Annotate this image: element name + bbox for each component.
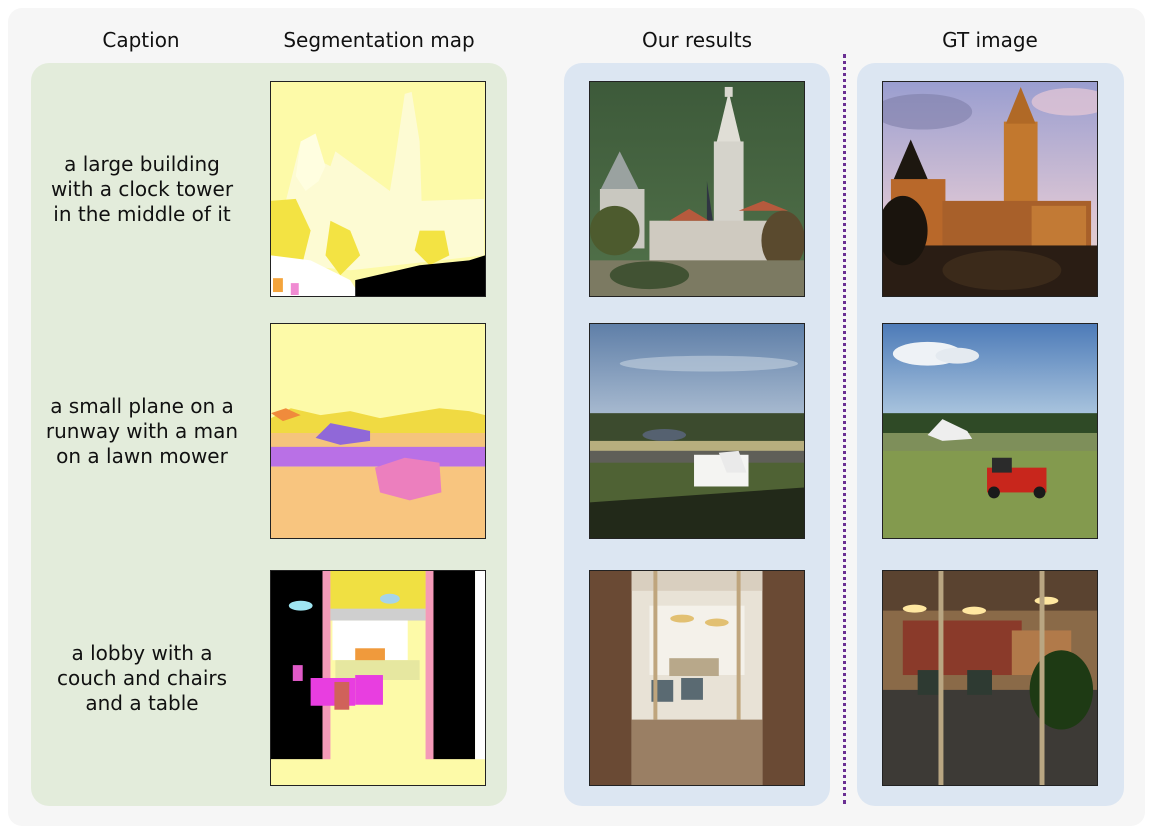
segmentation-map-row-1 (270, 81, 486, 297)
caption-line: with a clock tower (50, 177, 234, 201)
caption-row-3: a lobby with a couch and chairs and a ta… (27, 641, 257, 716)
gt-image-row-2 (882, 323, 1098, 539)
caption-row-2: a small plane on a runway with a man on … (27, 394, 257, 469)
our-result-image-row-1 (589, 81, 805, 297)
caption-line: runway with a man (45, 419, 239, 443)
header-our-results: Our results (642, 28, 752, 52)
caption-line: in the middle of it (53, 202, 231, 226)
segmentation-map-row-3 (270, 570, 486, 786)
our-result-image-row-2 (589, 323, 805, 539)
segmentation-map-row-2 (270, 323, 486, 539)
our-result-image-row-3 (589, 570, 805, 786)
header-segmentation-map: Segmentation map (283, 28, 475, 52)
gt-image-row-1 (882, 81, 1098, 297)
caption-line: couch and chairs (56, 666, 228, 690)
caption-line: a small plane on a (50, 394, 234, 418)
caption-line: on a lawn mower (56, 444, 228, 468)
gt-image-row-3 (882, 570, 1098, 786)
header-gt-image: GT image (942, 28, 1038, 52)
caption-line: a large building (64, 152, 220, 176)
caption-row-1: a large building with a clock tower in t… (27, 152, 257, 227)
header-caption: Caption (102, 28, 180, 52)
caption-line: and a table (85, 691, 199, 715)
caption-line: a lobby with a (71, 641, 213, 665)
dotted-divider (843, 54, 846, 804)
